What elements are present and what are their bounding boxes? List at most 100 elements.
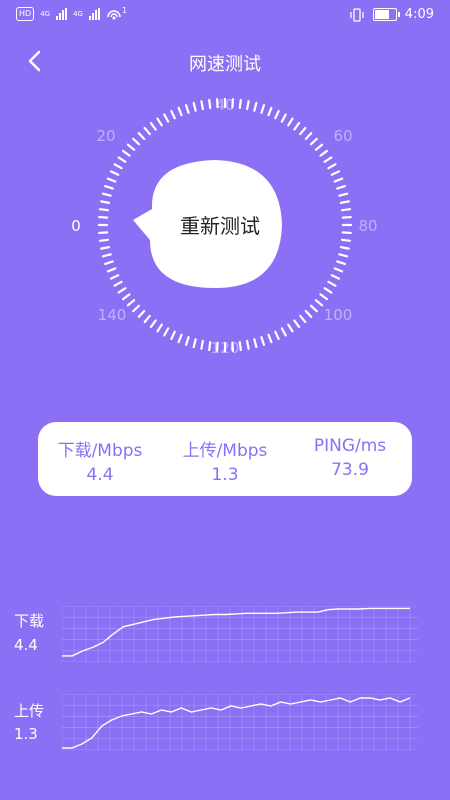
download-chart xyxy=(62,606,418,662)
gauge-label-80: 80 xyxy=(358,217,377,235)
status-bar: HD 4G 4G 1 4:09 xyxy=(0,0,450,30)
gauge-tick xyxy=(200,339,204,350)
gauge-tick xyxy=(287,117,294,127)
gauge-tick xyxy=(117,156,127,163)
gauge-tick xyxy=(340,208,352,212)
download-label: 下载/Mbps xyxy=(57,441,143,461)
gauge-tick xyxy=(163,327,170,337)
gauge-tick xyxy=(106,177,117,183)
gauge-tick xyxy=(246,100,250,111)
gauge-tick xyxy=(327,163,337,170)
ping-value: 73.9 xyxy=(331,460,369,480)
gauge-tick xyxy=(238,340,242,352)
gauge-tick xyxy=(333,267,344,273)
gauge-tick xyxy=(163,113,170,123)
gauge-tick xyxy=(104,260,114,266)
gauge-tick xyxy=(137,309,146,318)
gauge-tick xyxy=(177,106,183,117)
gauge-tick xyxy=(101,192,112,197)
gauge-tick xyxy=(340,238,352,242)
gauge-tick xyxy=(323,287,333,294)
gauge-tick xyxy=(341,215,352,219)
gauge-tick xyxy=(177,333,183,344)
gauge-tick xyxy=(253,338,258,349)
gauge-tick xyxy=(293,121,301,131)
gauge-label-60: 60 xyxy=(333,127,352,145)
gauge-tick xyxy=(113,280,123,287)
gauge-tick xyxy=(184,104,190,114)
gauge-tick xyxy=(338,253,349,258)
gauge-label-20: 20 xyxy=(96,127,115,145)
gauge-tick xyxy=(143,126,151,136)
gauge-tick xyxy=(113,163,123,170)
status-right: 4:09 xyxy=(349,7,434,22)
network-4g-label-2: 4G xyxy=(73,10,83,18)
hd-badge: HD xyxy=(16,7,35,21)
page-title: 网速测试 xyxy=(189,54,261,75)
gauge-tick xyxy=(330,274,341,280)
gauge-tick xyxy=(149,319,157,329)
gauge-tick xyxy=(333,177,344,183)
gauge-tick xyxy=(98,238,110,242)
gauge-tick xyxy=(156,323,163,333)
upload-chart-label: 上传 xyxy=(14,702,45,720)
gauge-tick xyxy=(299,126,307,136)
gauge-tick xyxy=(192,338,197,349)
gauge-tick xyxy=(280,113,287,123)
upload-value: 1.3 xyxy=(211,465,239,485)
gauge-tick xyxy=(106,267,117,273)
clock: 4:09 xyxy=(404,7,434,22)
gauge-tick xyxy=(274,330,280,341)
results-card: 下载/Mbps 4.4 上传/Mbps 1.3 PING/ms 73.9 xyxy=(38,422,412,496)
gauge-tick xyxy=(101,253,112,258)
gauge-label-120: 120 xyxy=(211,339,240,357)
gauge-tick xyxy=(339,200,350,204)
gauge-tick xyxy=(104,184,114,190)
gauge-tick xyxy=(156,117,163,127)
gauge-tick xyxy=(200,100,204,111)
upload-chart-grid xyxy=(62,694,418,750)
vibrate-icon xyxy=(350,7,364,22)
download-value: 4.4 xyxy=(86,465,114,485)
gauge-tick xyxy=(267,333,273,344)
gauge-tick xyxy=(98,215,109,219)
download-result: 下载/Mbps 4.4 xyxy=(38,436,162,485)
gauge-label-0: 0 xyxy=(71,217,81,235)
gauge-tick xyxy=(314,299,324,307)
gauge-tick xyxy=(170,330,176,341)
gauge-tick xyxy=(253,101,258,112)
network-4g-label: 4G xyxy=(40,10,51,18)
signal-icon-2 xyxy=(88,8,100,20)
upload-chart-value: 1.3 xyxy=(14,725,38,743)
gauge-tick xyxy=(309,137,318,146)
gauge-label-100: 100 xyxy=(324,306,353,324)
gauge-tick xyxy=(319,149,329,157)
download-chart-grid xyxy=(62,606,418,662)
download-chart-value: 4.4 xyxy=(14,636,38,654)
gauge-tick xyxy=(267,106,273,117)
gauge-tick xyxy=(323,156,333,163)
gauge-tick xyxy=(121,293,131,301)
retest-button[interactable]: 重新测试 xyxy=(150,210,290,239)
gauge-tick xyxy=(336,260,346,266)
gauge-tick xyxy=(260,104,266,114)
gauge-tick xyxy=(109,170,120,176)
gauge-tick xyxy=(336,184,346,190)
download-chart-label: 下载 xyxy=(14,612,45,630)
gauge-tick xyxy=(126,299,136,307)
gauge-tick xyxy=(304,132,313,141)
top-bar: 网速测试 xyxy=(0,40,450,80)
gauge-tick xyxy=(149,121,157,131)
gauge-tick xyxy=(100,200,111,204)
gauge-tick xyxy=(98,208,110,212)
ping-label: PING/ms xyxy=(313,436,387,456)
download-series-line xyxy=(62,607,410,657)
gauge-tick xyxy=(192,101,197,112)
gauge-tick xyxy=(330,170,341,176)
gauge-label-40: 40 xyxy=(215,96,234,114)
gauge-tick xyxy=(143,314,151,324)
gauge-tick xyxy=(309,304,318,313)
gauge-tick xyxy=(299,314,307,324)
gauge-tick xyxy=(238,98,242,110)
upload-label: 上传/Mbps xyxy=(182,441,268,461)
